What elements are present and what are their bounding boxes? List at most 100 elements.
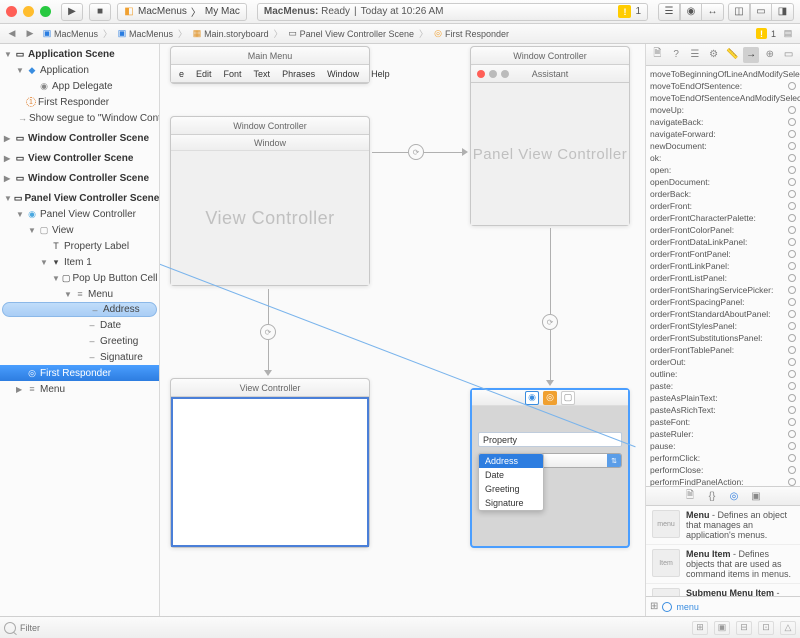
connection-outlet[interactable] <box>788 130 796 138</box>
connection-outlet[interactable] <box>788 310 796 318</box>
action-row[interactable]: pause: <box>650 440 800 452</box>
file-template-library-tab[interactable]: 🗎 <box>683 489 697 503</box>
outline-app-delegate[interactable]: ◉App Delegate <box>0 78 159 94</box>
action-row[interactable]: newDocument: <box>650 140 800 152</box>
popup-item-signature[interactable]: Signature <box>479 496 543 510</box>
object-library-list[interactable]: menuMenu - Defines an object that manage… <box>646 506 800 596</box>
connection-outlet[interactable] <box>788 118 796 126</box>
segue-icon[interactable]: ⟳ <box>260 324 276 340</box>
action-row[interactable]: paste: <box>650 380 800 392</box>
popup-menu[interactable]: Address Date Greeting Signature <box>478 453 544 511</box>
connection-outlet[interactable] <box>788 442 796 450</box>
connection-outlet[interactable] <box>788 250 796 258</box>
interface-builder-canvas[interactable]: Main Menu e Edit Font Text Phrases Windo… <box>160 44 645 616</box>
scene-panel-vc[interactable]: ▼▭Panel View Controller Scene <box>0 190 159 206</box>
outline-menu-date[interactable]: –Date <box>0 317 159 333</box>
window-traffic-lights[interactable] <box>6 6 51 17</box>
action-row[interactable]: ok: <box>650 152 800 164</box>
breadcrumb-item-1[interactable]: ▣MacMenus <box>115 29 175 39</box>
connection-outlet[interactable] <box>788 154 796 162</box>
connection-outlet[interactable] <box>788 394 796 402</box>
toggle-utilities-button[interactable]: ◨ <box>772 3 794 21</box>
scheme-selector[interactable]: ◧ MacMenus 〉 My Mac <box>117 3 247 21</box>
connection-outlet[interactable] <box>788 286 796 294</box>
action-row[interactable]: orderFrontStylesPanel: <box>650 320 800 332</box>
standard-editor-button[interactable]: ☰ <box>658 3 680 21</box>
scene-application[interactable]: ▼▭Application Scene <box>0 46 159 62</box>
first-responder-icon[interactable]: ◎ <box>543 391 557 405</box>
back-button[interactable]: ◀ <box>4 27 20 41</box>
connection-outlet[interactable] <box>788 370 796 378</box>
action-row[interactable]: orderOut: <box>650 356 800 368</box>
action-row[interactable]: orderBack: <box>650 188 800 200</box>
library-tabs[interactable]: 🗎 {} ◎ ▣ <box>646 486 800 506</box>
align-button[interactable]: ⊟ <box>736 621 752 635</box>
connection-outlet[interactable] <box>788 466 796 474</box>
scene-panel-view-controller[interactable]: ◉ ◎ ▢ Property ⇅ Address Date Greeting S… <box>470 388 630 548</box>
connection-outlet[interactable] <box>788 430 796 438</box>
action-row[interactable]: outline: <box>650 368 800 380</box>
stop-button[interactable]: ■ <box>89 3 111 21</box>
action-row[interactable]: performClick: <box>650 452 800 464</box>
connection-outlet[interactable] <box>788 334 796 342</box>
action-row[interactable]: orderFrontSharingServicePicker: <box>650 284 800 296</box>
outline-show-segue[interactable]: →Show segue to "Window Controller" <box>0 110 159 126</box>
connection-outlet[interactable] <box>788 106 796 114</box>
breadcrumb-item-3[interactable]: ▭Panel View Controller Scene <box>286 29 416 39</box>
action-row[interactable]: moveToEndOfSentenceAndModifySelection: <box>650 92 800 104</box>
action-row[interactable]: orderFrontListPanel: <box>650 272 800 284</box>
library-item[interactable]: Menu ▸Submenu Menu Item - Defines object… <box>646 584 800 596</box>
action-row[interactable]: moveToEndOfSentence: <box>650 80 800 92</box>
action-row[interactable]: orderFrontDataLinkPanel: <box>650 236 800 248</box>
connection-outlet[interactable] <box>788 346 796 354</box>
popup-button[interactable]: ⇅ Address Date Greeting Signature <box>478 453 622 468</box>
action-row[interactable]: moveToBeginningOfLineAndModifySelec... <box>650 68 800 80</box>
code-snippet-library-tab[interactable]: {} <box>705 489 719 503</box>
exit-icon[interactable]: ▢ <box>561 391 575 405</box>
action-row[interactable]: moveUp: <box>650 104 800 116</box>
library-item[interactable]: ItemMenu Item - Defines objects that are… <box>646 545 800 584</box>
bindings-inspector-tab[interactable]: ⊕ <box>762 47 778 63</box>
outline-menu[interactable]: ▼≡Menu <box>0 286 159 302</box>
action-row[interactable]: pasteAsRichText: <box>650 404 800 416</box>
help-inspector-tab[interactable]: ? <box>668 47 684 63</box>
action-row[interactable]: orderFrontSpacingPanel: <box>650 296 800 308</box>
outline-property-label[interactable]: TProperty Label <box>0 238 159 254</box>
action-row[interactable]: navigateForward: <box>650 128 800 140</box>
connection-outlet[interactable] <box>788 406 796 414</box>
jump-bar[interactable]: ◀ ▶ ▣MacMenus 〉 ▣MacMenus 〉 ▦Main.storyb… <box>0 24 800 44</box>
outline-toggle[interactable]: ▤ <box>780 27 796 41</box>
scene-window-controller-left[interactable]: Window Controller Window View Controller <box>170 116 370 286</box>
scene-window-controller-2[interactable]: ▶▭Window Controller Scene <box>0 170 159 186</box>
toggle-navigator-button[interactable]: ◫ <box>728 3 750 21</box>
connection-outlet[interactable] <box>788 322 796 330</box>
action-row[interactable]: orderFrontFontPanel: <box>650 248 800 260</box>
scene-window-controller[interactable]: ▶▭Window Controller Scene <box>0 130 159 146</box>
connection-outlet[interactable] <box>788 274 796 282</box>
run-button[interactable]: ▶ <box>61 3 83 21</box>
outline-first-responder[interactable]: 1First Responder <box>0 94 159 110</box>
connection-outlet[interactable] <box>788 226 796 234</box>
embed-in-button[interactable]: ▣ <box>714 621 730 635</box>
outline-item1[interactable]: ▼▾Item 1 <box>0 254 159 270</box>
any-size-class-button[interactable]: ⊞ <box>692 621 708 635</box>
connection-outlet[interactable] <box>788 166 796 174</box>
action-row[interactable]: open: <box>650 164 800 176</box>
connection-outlet[interactable] <box>788 382 796 390</box>
connection-outlet[interactable] <box>788 82 796 90</box>
outline-first-responder-selected[interactable]: ◎First Responder <box>0 365 159 381</box>
action-row[interactable]: navigateBack: <box>650 116 800 128</box>
close-window[interactable] <box>6 6 17 17</box>
menu-bar[interactable]: e Edit Font Text Phrases Window Help <box>171 65 369 83</box>
outline-view[interactable]: ▼▢View <box>0 222 159 238</box>
scene-view-controller[interactable]: ▶▭View Controller Scene <box>0 150 159 166</box>
effects-inspector-tab[interactable]: ▭ <box>781 47 797 63</box>
outline-application[interactable]: ▼◆Application <box>0 62 159 78</box>
outline-menu-greeting[interactable]: –Greeting <box>0 333 159 349</box>
connection-outlet[interactable] <box>788 478 796 486</box>
outline-menu-2[interactable]: ▶≡Menu <box>0 381 159 397</box>
breadcrumb-item-4[interactable]: ◎First Responder <box>431 29 511 39</box>
view-placeholder[interactable] <box>171 397 369 547</box>
connection-outlet[interactable] <box>788 358 796 366</box>
file-inspector-tab[interactable]: 🗎 <box>649 47 665 63</box>
